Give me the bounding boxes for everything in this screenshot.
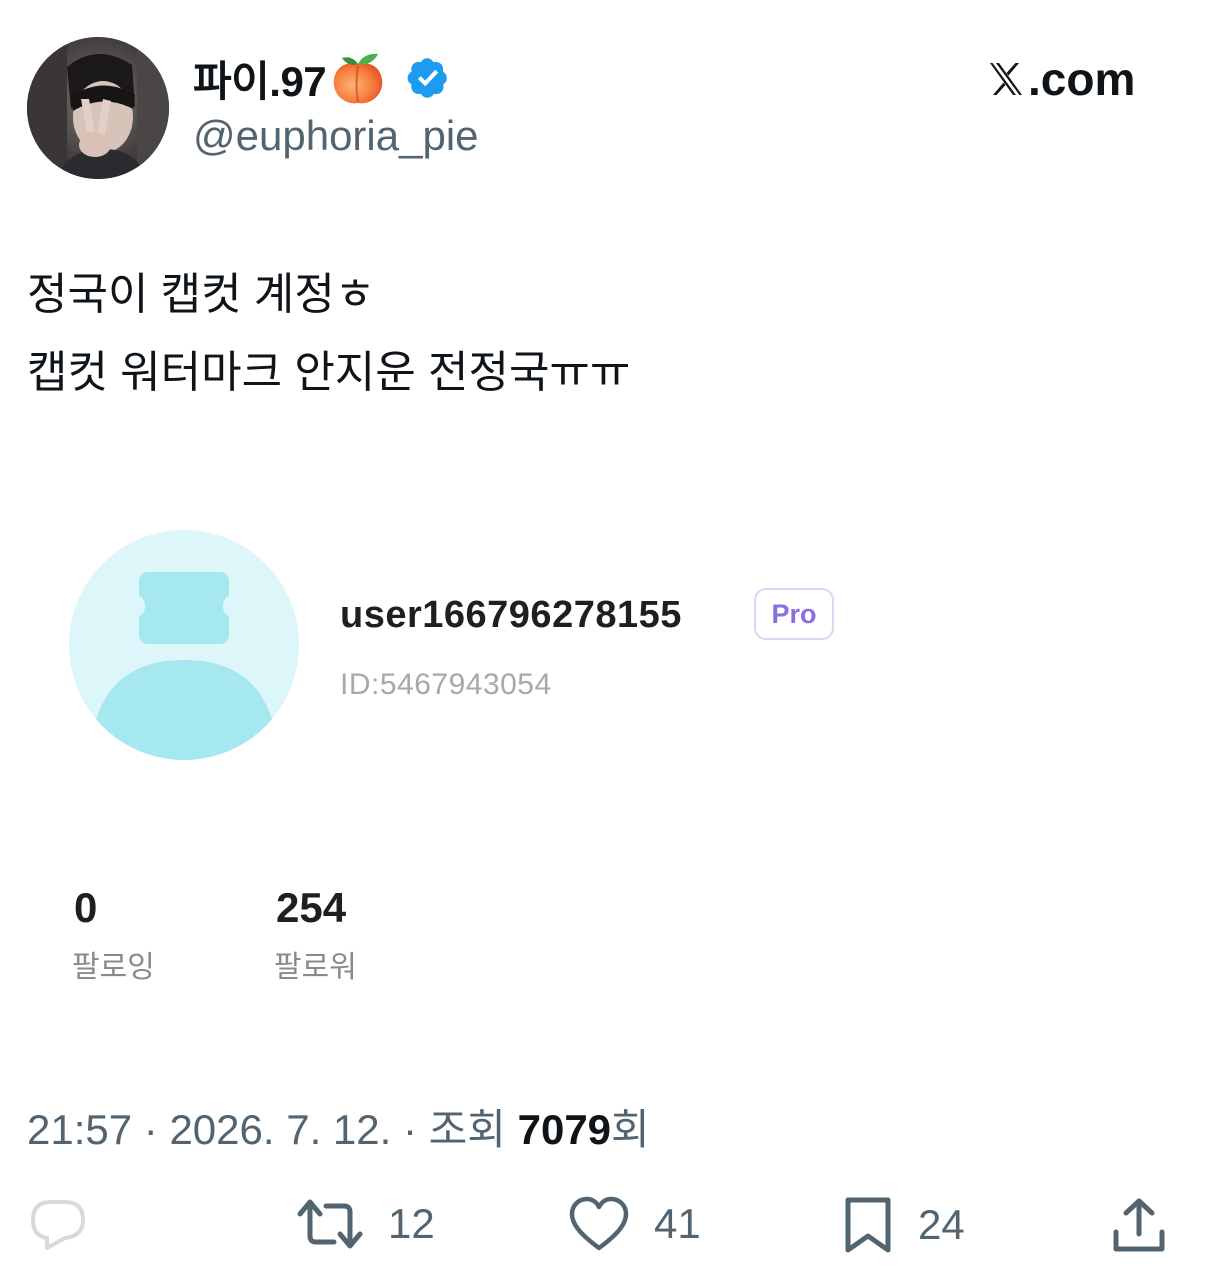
verified-badge-icon[interactable] <box>406 56 450 100</box>
avatar-photo <box>27 37 169 179</box>
following-count: 0 <box>74 884 98 931</box>
author-display-name[interactable]: 파이.97 <box>193 48 327 109</box>
like-button[interactable]: 41 <box>568 1196 701 1252</box>
retweet-button[interactable]: 12 <box>296 1196 435 1252</box>
tweet-text-line: 캡컷 워터마크 안지운 전정국ㅠㅠ <box>27 348 631 397</box>
author-display-name-row[interactable]: 파이.97 <box>193 50 450 106</box>
tweet-time[interactable]: 21:57 <box>27 1106 132 1153</box>
tweet-date[interactable]: 2026. 7. 12. <box>169 1106 391 1153</box>
capcut-avatar-placeholder <box>69 530 299 760</box>
bookmark-icon <box>845 1197 891 1253</box>
tweet-media-image[interactable]: user166796278155 Pro ID:5467943054 0 팔로잉… <box>40 498 1178 990</box>
share-button[interactable] <box>1110 1196 1168 1254</box>
bookmark-count: 24 <box>918 1201 965 1248</box>
retweet-icon <box>297 1199 363 1249</box>
share-icon <box>1113 1198 1165 1252</box>
bookmark-button[interactable]: 24 <box>842 1196 965 1254</box>
reply-icon <box>31 1200 85 1250</box>
tweet-text-line: 정국이 캡컷 계정ㅎ <box>27 270 376 319</box>
x-brand-domain: .com <box>1028 53 1136 105</box>
views-prefix: 조회 <box>428 1106 506 1153</box>
tweet-meta: 21:57 · 2026. 7. 12. · 조회 7079회 <box>27 1096 650 1157</box>
author-avatar[interactable] <box>27 37 169 179</box>
reply-button[interactable] <box>29 1196 87 1252</box>
retweet-count: 12 <box>388 1200 435 1247</box>
pro-badge: Pro <box>754 588 834 640</box>
following-label: 팔로잉 <box>72 951 155 984</box>
heart-icon <box>569 1196 629 1251</box>
views-suffix: 회 <box>611 1106 650 1153</box>
meta-separator: · <box>143 1106 158 1153</box>
x-logo-icon <box>990 63 1022 95</box>
capcut-username: user166796278155 <box>340 594 682 636</box>
peach-emoji-icon <box>328 50 388 106</box>
capcut-user-id: ID:5467943054 <box>340 668 552 701</box>
meta-separator: · <box>402 1106 417 1153</box>
like-count: 41 <box>654 1200 701 1247</box>
tweet-text: 정국이 캡컷 계정ㅎ 캡컷 워터마크 안지운 전정국ㅠㅠ <box>27 256 630 412</box>
followers-label: 팔로워 <box>274 951 357 984</box>
x-brand-logo: .com <box>986 52 1135 106</box>
followers-count: 254 <box>276 884 347 931</box>
views-count[interactable]: 7079 <box>518 1106 611 1153</box>
default-avatar-icon <box>93 572 275 760</box>
author-handle[interactable]: @euphoria_pie <box>193 112 479 160</box>
